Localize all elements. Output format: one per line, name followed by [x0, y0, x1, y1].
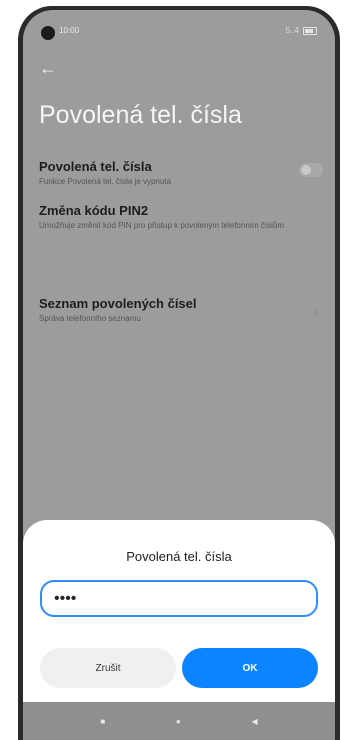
setting-fdn-list-subtitle: Správa telefonního seznamu	[39, 314, 141, 323]
cancel-button[interactable]: Zrušit	[40, 648, 176, 688]
battery-icon	[303, 26, 317, 35]
dialog-title: Povolená tel. čísla	[126, 549, 232, 564]
back-arrow-icon[interactable]: ←	[39, 59, 57, 77]
setting-enable-fdn-title: Povolená tel. čísla	[39, 159, 152, 174]
page-title: Povolená tel. čísla	[39, 101, 242, 129]
fdn-toggle[interactable]	[299, 163, 323, 177]
setting-change-pin2[interactable]: Změna kódu PIN2 Umožňuje změnit kód PIN …	[39, 203, 319, 231]
navigation-bar: ■ ● ◀	[23, 702, 335, 740]
signal-text: 5..4	[285, 26, 299, 35]
pin-dialog: Povolená tel. čísla •••• Zrušit OK	[23, 520, 335, 702]
setting-change-pin2-title: Změna kódu PIN2	[39, 203, 149, 218]
ok-button[interactable]: OK	[182, 648, 318, 688]
screenshot-frame: 10:00 5..4 ← Povolená tel. čísla Povolen…	[0, 0, 358, 740]
front-camera-icon	[41, 26, 55, 40]
back-icon[interactable]: ◀	[251, 717, 257, 726]
status-icons: 5..4	[286, 26, 317, 35]
home-icon[interactable]: ●	[176, 717, 181, 726]
status-bar: 10:00 5..4	[23, 10, 335, 44]
setting-fdn-list[interactable]: Seznam povolených čísel Správa telefonní…	[39, 296, 319, 324]
status-time: 10:00	[59, 26, 80, 35]
pin-input[interactable]: ••••	[40, 580, 318, 617]
phone-screen: 10:00 5..4 ← Povolená tel. čísla Povolen…	[23, 10, 335, 740]
setting-fdn-list-title: Seznam povolených čísel	[39, 296, 197, 311]
chevron-right-icon: ›	[313, 304, 319, 321]
setting-enable-fdn[interactable]: Povolená tel. čísla Funkce Povolená tel.…	[39, 159, 323, 187]
phone-body: 10:00 5..4 ← Povolená tel. čísla Povolen…	[18, 6, 340, 740]
setting-enable-fdn-subtitle: Funkce Povolená tel. čísla je vypnuta	[39, 177, 172, 186]
recent-apps-icon[interactable]: ■	[100, 717, 105, 726]
setting-change-pin2-subtitle: Umožňuje změnit kód PIN pro přístup k po…	[39, 221, 284, 230]
